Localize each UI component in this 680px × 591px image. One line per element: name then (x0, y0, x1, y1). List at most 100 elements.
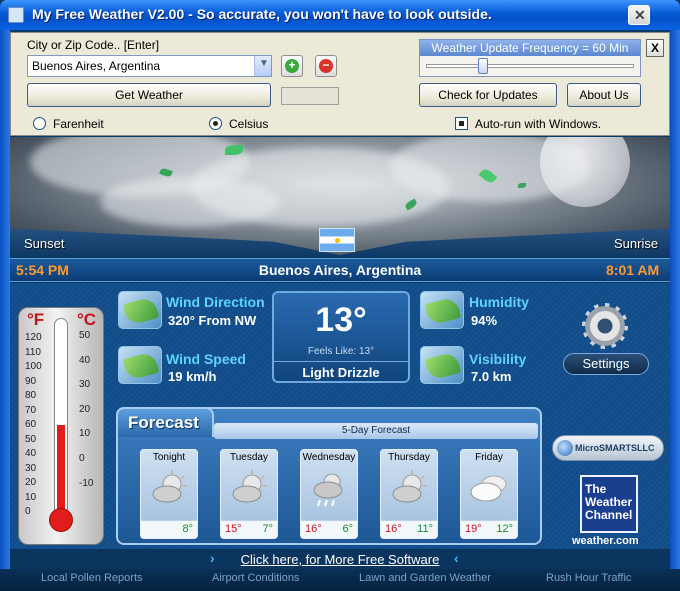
window-close-button[interactable]: ✕ (628, 5, 650, 25)
current-temperature: 13° (315, 301, 367, 339)
fahrenheit-tick-label: 90 (25, 375, 37, 387)
wind-speed-title: Wind Speed (166, 351, 246, 367)
forecast-tab: Forecast (116, 407, 214, 437)
footer-link-garden[interactable]: Lawn and Garden Weather (359, 572, 491, 584)
chevron-down-icon: ▼ (259, 58, 269, 69)
sunset-label: Sunset (24, 236, 65, 251)
leaf-icon (225, 145, 243, 155)
forecast-day-thursday: Thursday 16° 11° (380, 449, 438, 539)
location-city: Buenos Aires, Argentina (258, 262, 422, 278)
thermometer-tube (54, 318, 68, 518)
forecast-low: 12° (496, 523, 513, 535)
settings-button[interactable]: Settings (563, 353, 649, 375)
partly-cloudy-icon (150, 468, 190, 508)
forecast-day-name: Friday (475, 452, 503, 463)
forecast-day-name: Tonight (152, 452, 186, 463)
fahrenheit-tick-label: 110 (25, 346, 41, 358)
country-flag-icon (319, 228, 355, 252)
combo-dropdown-button[interactable]: ▼ (254, 56, 271, 76)
about-button[interactable]: About Us (567, 83, 641, 107)
forecast-day-wednesday: Wednesday 16° 6° (300, 449, 358, 539)
visibility-title: Visibility (469, 351, 527, 367)
microsmarts-logo[interactable]: MicroSMARTSLLC (552, 435, 664, 461)
title-bar: My Free Weather V2.00 - So accurate, you… (0, 0, 680, 30)
forecast-low: 6° (342, 523, 353, 535)
fahrenheit-radio[interactable] (33, 117, 46, 130)
forecast-temps: 16° 6° (301, 520, 357, 538)
get-weather-button[interactable]: Get Weather (27, 83, 271, 107)
more-software-link[interactable]: Click here, for More Free Software (10, 552, 670, 567)
feels-like: Feels Like: 13° (307, 346, 375, 357)
close-icon: ✕ (634, 7, 646, 23)
window-frame-right (670, 30, 680, 569)
fahrenheit-tick-label: 40 (25, 448, 37, 459)
rain-icon (310, 468, 350, 508)
celsius-tick-label: 20 (79, 403, 91, 415)
autorun-checkbox[interactable] (455, 117, 468, 130)
sunrise-label: Sunrise (614, 236, 659, 251)
add-city-button[interactable]: + (281, 55, 303, 77)
forecast-high: 19° (465, 523, 482, 535)
current-condition: Light Drizzle (274, 361, 408, 381)
sunrise-time: 8:01 AM (606, 262, 660, 278)
fahrenheit-tick-label: 50 (25, 433, 37, 445)
forecast-low: 8° (182, 523, 193, 535)
visibility-icon (420, 346, 464, 384)
frequency-slider-thumb[interactable] (478, 58, 488, 74)
frequency-slider-track[interactable] (426, 64, 634, 68)
forecast-high: 15° (225, 523, 242, 535)
forecast-temps: 15° 7° (221, 520, 277, 538)
window-title: My Free Weather V2.00 - So accurate, you… (32, 6, 492, 22)
forecast-high: 16° (385, 523, 402, 535)
check-updates-button[interactable]: Check for Updates (419, 83, 557, 107)
remove-city-button[interactable]: − (315, 55, 337, 77)
autorun-label: Auto-run with Windows. (475, 117, 602, 131)
forecast-panel: Forecast 5-Day Forecast Tonight 8° Tuesday… (116, 407, 542, 545)
app-icon (8, 7, 24, 23)
current-temp-panel: 13° Feels Like: 13° Light Drizzle (272, 291, 410, 383)
city-combo[interactable]: Buenos Aires, Argentina ▼ (27, 55, 272, 77)
thermometer-bulb (49, 508, 73, 532)
footer-link-pollen[interactable]: Local Pollen Reports (41, 572, 143, 584)
fahrenheit-tick-label: 120 (25, 332, 42, 343)
partly-cloudy-icon (230, 468, 270, 508)
celsius-tick-label: 0 (79, 453, 85, 464)
wind-speed-icon (118, 346, 162, 384)
window-frame-left (0, 30, 10, 569)
celsius-radio[interactable] (209, 117, 222, 130)
humidity-value: 94% (471, 313, 498, 328)
forecast-subtitle: 5-Day Forecast (214, 423, 538, 439)
celsius-tick-label: 50 (79, 330, 91, 341)
city-label: City or Zip Code.. [Enter] (27, 38, 160, 52)
humidity-title: Humidity (469, 294, 529, 310)
visibility-value: 7.0 km (471, 369, 512, 384)
partly-cloudy-icon (390, 468, 430, 508)
celsius-tick-label: 10 (79, 428, 91, 440)
footer-link-traffic[interactable]: Rush Hour Traffic (546, 572, 631, 584)
fahrenheit-tick-label: 60 (25, 419, 37, 430)
footer-link-airport[interactable]: Airport Conditions (212, 572, 299, 584)
weather-channel-link[interactable]: weather.com (572, 535, 639, 547)
wind-direction-icon (118, 291, 162, 329)
control-panel: City or Zip Code.. [Enter] Buenos Aires,… (10, 32, 670, 136)
current-conditions: °F °C 120 110 100 90 80 70 60 50 40 30 20 10 0 50 40 3… (10, 283, 670, 549)
fahrenheit-unit: °F (27, 310, 45, 329)
wind-speed-value: 19 km/h (168, 369, 217, 384)
celsius-unit: °C (77, 310, 97, 329)
forecast-low: 11° (417, 523, 433, 535)
minus-icon: − (319, 59, 333, 73)
fahrenheit-tick-label: 80 (25, 390, 37, 401)
wind-direction-value: 320° From NW (168, 313, 257, 328)
arrow-left-icon: ‹ (454, 550, 459, 566)
footer-links: Local Pollen Reports Airport Conditions … (0, 569, 680, 591)
fahrenheit-tick-label: 30 (25, 462, 37, 474)
weather-channel-logo[interactable]: The Weather Channel (580, 475, 638, 533)
update-frequency: Weather Update Frequency = 60 Min (419, 39, 641, 77)
panel-close-button[interactable]: X (646, 39, 664, 57)
fahrenheit-tick-label: 100 (25, 361, 42, 372)
city-value: Buenos Aires, Argentina (32, 59, 161, 73)
forecast-temps: 16° 11° (381, 520, 437, 538)
forecast-title: Forecast (128, 413, 199, 432)
celsius-label: Celsius (229, 117, 269, 131)
gear-icon[interactable] (582, 303, 628, 349)
